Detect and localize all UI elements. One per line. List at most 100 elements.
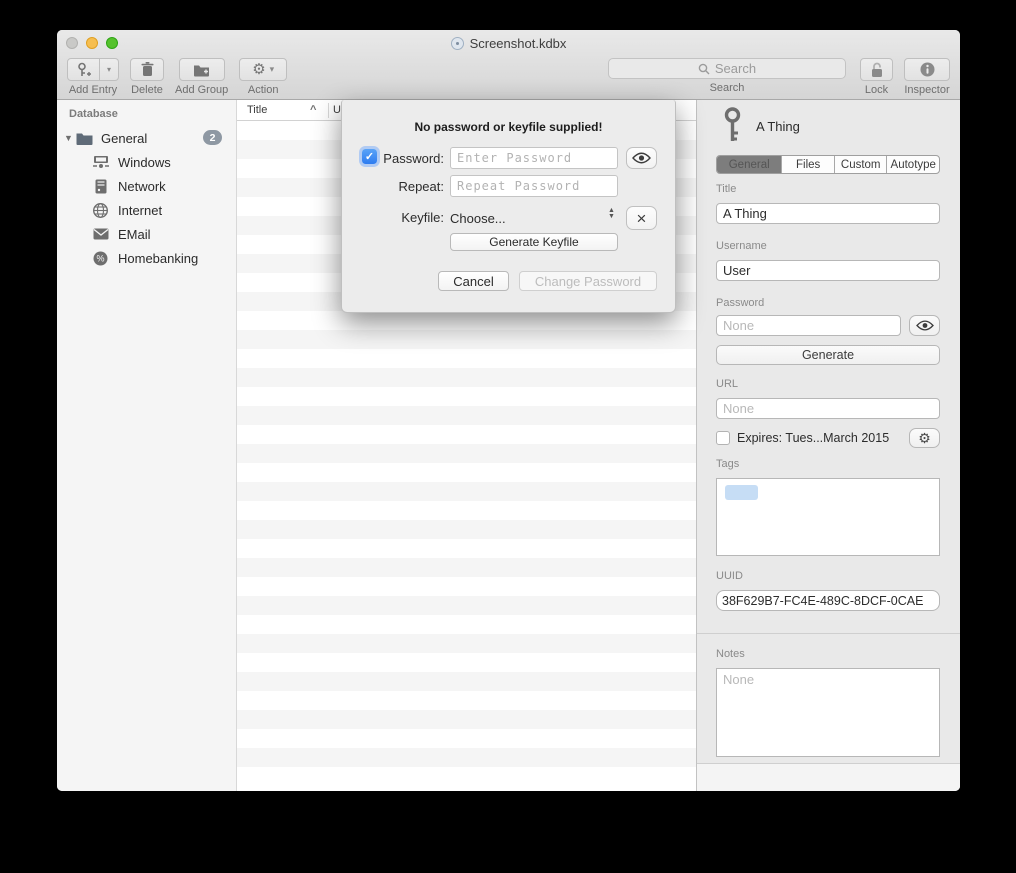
uuid-field[interactable] <box>716 590 940 611</box>
column-header-username[interactable]: U <box>333 104 341 116</box>
password-label: Password <box>716 297 764 309</box>
table-row[interactable] <box>237 368 696 387</box>
key-plus-icon <box>76 62 91 78</box>
tab-autotype[interactable]: Autotype <box>887 156 939 173</box>
search-icon <box>698 63 710 75</box>
table-row[interactable] <box>237 672 696 691</box>
server-icon <box>92 179 109 194</box>
table-row[interactable] <box>237 349 696 368</box>
search-input[interactable]: Search <box>608 58 846 79</box>
url-field[interactable] <box>716 398 940 419</box>
table-row[interactable] <box>237 710 696 729</box>
table-row[interactable] <box>237 615 696 634</box>
add-entry-dropdown-button[interactable]: ▾ <box>100 58 119 81</box>
tags-field[interactable] <box>716 478 940 556</box>
table-row[interactable] <box>237 311 696 330</box>
titlebar[interactable]: Screenshot.kdbx <box>57 30 960 56</box>
expires-checkbox[interactable] <box>716 431 730 445</box>
action-button[interactable]: ⚙ ▾ <box>239 58 287 81</box>
eye-icon <box>916 320 934 331</box>
sidebar-item-label: Network <box>118 179 166 194</box>
dialog-reveal-password-button[interactable] <box>626 147 657 169</box>
sidebar-item-label: Windows <box>118 155 171 170</box>
clear-keyfile-button[interactable]: × <box>626 206 657 230</box>
table-row[interactable] <box>237 539 696 558</box>
keyfile-popup-value: Choose... <box>450 211 506 226</box>
reveal-password-button[interactable] <box>909 315 940 336</box>
generate-keyfile-button[interactable]: Generate Keyfile <box>450 233 618 251</box>
password-field[interactable] <box>716 315 901 336</box>
toolbar: ▾ Add Entry Delete <box>57 56 960 100</box>
sidebar-item-windows[interactable]: Windows <box>57 151 236 173</box>
generate-password-button[interactable]: Generate <box>716 345 940 365</box>
table-row[interactable] <box>237 577 696 596</box>
inspector-button[interactable] <box>904 58 950 81</box>
table-row[interactable] <box>237 463 696 482</box>
table-row[interactable] <box>237 425 696 444</box>
sidebar-item-network[interactable]: Network <box>57 175 236 197</box>
sidebar-item-email[interactable]: EMail <box>57 223 236 245</box>
dialog-repeat-label: Repeat: <box>360 179 444 194</box>
table-row[interactable] <box>237 691 696 710</box>
dialog-repeat-field[interactable] <box>450 175 618 197</box>
column-header-title[interactable]: Title <box>237 104 310 116</box>
sidebar-item-homebanking[interactable]: % Homebanking <box>57 247 236 269</box>
lock-toolbar-item: Lock <box>860 58 893 96</box>
inspector-footer <box>697 764 960 791</box>
table-row[interactable] <box>237 767 696 786</box>
table-row[interactable] <box>237 330 696 349</box>
table-row[interactable] <box>237 482 696 501</box>
keyfile-popup-button[interactable]: Choose... <box>450 206 618 230</box>
sort-ascending-icon[interactable]: ^ <box>310 104 328 116</box>
table-row[interactable] <box>237 387 696 406</box>
lock-button[interactable] <box>860 58 893 81</box>
empty-tag-token[interactable] <box>725 485 758 500</box>
dialog-keyfile-label: Keyfile: <box>360 210 444 225</box>
globe-icon <box>92 203 109 218</box>
url-label: URL <box>716 378 738 390</box>
tab-files[interactable]: Files <box>782 156 835 173</box>
table-row[interactable] <box>237 444 696 463</box>
eye-icon <box>632 152 651 164</box>
title-field[interactable] <box>716 203 940 224</box>
stepper-icon[interactable]: ▲▼ <box>608 208 615 220</box>
table-row[interactable] <box>237 748 696 767</box>
action-label: Action <box>248 84 279 96</box>
folder-plus-icon <box>193 63 210 77</box>
table-row[interactable] <box>237 520 696 539</box>
info-icon <box>920 62 935 77</box>
sidebar-group-general[interactable]: ▼ General 2 <box>57 127 236 149</box>
add-entry-button[interactable] <box>67 58 100 81</box>
username-label: Username <box>716 240 767 252</box>
cancel-button[interactable]: Cancel <box>438 271 509 291</box>
add-group-button[interactable] <box>179 58 225 81</box>
username-field[interactable] <box>716 260 940 281</box>
lock-label: Lock <box>865 84 888 96</box>
tab-general[interactable]: General <box>717 156 782 173</box>
table-row[interactable] <box>237 558 696 577</box>
table-row[interactable] <box>237 634 696 653</box>
expires-settings-button[interactable]: ⚙ <box>909 428 940 448</box>
delete-button[interactable] <box>130 58 164 81</box>
window-title: Screenshot.kdbx <box>470 36 567 51</box>
change-password-button[interactable]: Change Password <box>519 271 657 291</box>
table-row[interactable] <box>237 596 696 615</box>
table-row[interactable] <box>237 729 696 748</box>
percent-coin-icon: % <box>92 251 109 266</box>
search-placeholder: Search <box>715 61 756 76</box>
sidebar: Database ▼ General 2 <box>57 100 237 791</box>
notes-field[interactable] <box>716 668 940 757</box>
change-password-dialog: No password or keyfile supplied! ✓ Passw… <box>341 100 676 313</box>
delete-label: Delete <box>131 84 163 96</box>
sidebar-item-internet[interactable]: Internet <box>57 199 236 221</box>
table-row[interactable] <box>237 406 696 425</box>
table-row[interactable] <box>237 501 696 520</box>
close-x-icon: × <box>637 210 647 227</box>
tab-custom[interactable]: Custom <box>835 156 888 173</box>
table-row[interactable] <box>237 653 696 672</box>
disclosure-triangle-icon[interactable]: ▼ <box>64 133 76 143</box>
inspector-label: Inspector <box>904 84 949 96</box>
dialog-password-field[interactable] <box>450 147 618 169</box>
inspector-toolbar-item: Inspector <box>904 58 950 96</box>
gear-icon: ⚙ <box>252 62 265 77</box>
